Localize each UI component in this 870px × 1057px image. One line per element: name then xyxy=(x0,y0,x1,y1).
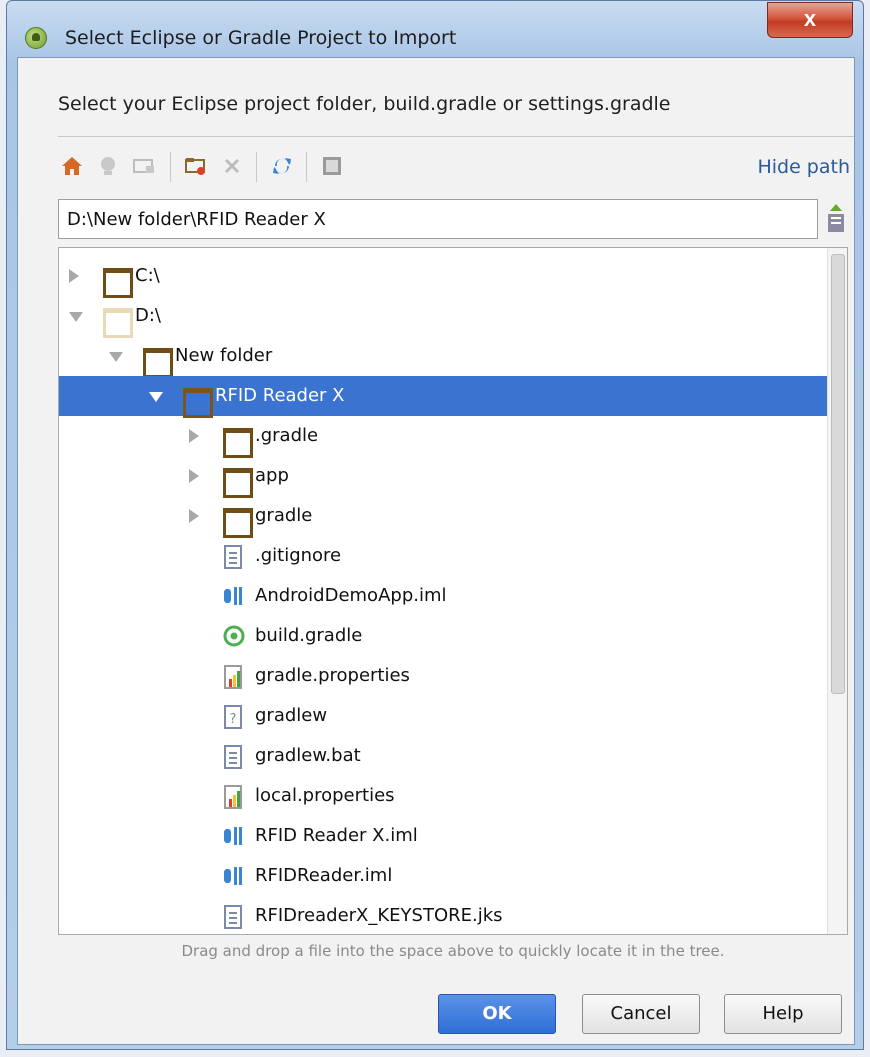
tree-row-label: gradle.properties xyxy=(255,665,410,686)
tree-row[interactable]: D:\ xyxy=(59,296,829,338)
tree-row[interactable]: New folder xyxy=(59,336,829,378)
ok-button[interactable]: OK xyxy=(438,994,556,1034)
tree-row-label: RFID Reader X.iml xyxy=(255,825,418,846)
text-file-icon xyxy=(223,745,247,769)
expand-arrow-right-icon[interactable] xyxy=(189,429,199,443)
toolbar: Hide path xyxy=(58,148,854,184)
divider xyxy=(58,136,854,137)
tree-row-label: .gradle xyxy=(255,425,319,446)
file-tree[interactable]: C:\ D:\ New folder RFID Reader X .gradle app g… xyxy=(58,247,848,935)
unknown-file-icon: ? xyxy=(223,705,247,729)
iml-file-icon xyxy=(223,865,247,887)
dialog-description: Select your Eclipse project folder, buil… xyxy=(58,93,671,115)
tree-row[interactable]: RFID Reader X xyxy=(59,376,829,418)
toolbar-separator xyxy=(256,152,257,182)
expand-arrow-down-icon[interactable] xyxy=(69,312,83,322)
home-icon[interactable] xyxy=(58,152,86,180)
show-hidden-icon[interactable] xyxy=(318,152,346,180)
folder-icon xyxy=(103,268,133,298)
project-folder-icon[interactable] xyxy=(130,152,158,180)
properties-file-icon xyxy=(223,665,247,689)
toolbar-separator xyxy=(306,152,307,182)
tree-row-label: gradlew.bat xyxy=(255,745,361,766)
tree-row-label: gradle xyxy=(255,505,313,526)
svg-text:?: ? xyxy=(230,712,237,727)
tree-row-label: local.properties xyxy=(255,785,395,806)
tree-row[interactable]: RFIDReader.iml xyxy=(59,856,829,896)
expand-arrow-right-icon[interactable] xyxy=(189,509,199,523)
tree-row[interactable]: gradlew.bat xyxy=(59,736,829,776)
hide-path-link[interactable]: Hide path xyxy=(757,156,850,178)
tree-row-label: gradlew xyxy=(255,705,328,726)
path-field[interactable] xyxy=(58,199,818,239)
tree-row-label: C:\ xyxy=(135,265,160,286)
tree-row[interactable]: ? gradlew xyxy=(59,696,829,736)
window-title: Select Eclipse or Gradle Project to Impo… xyxy=(65,27,457,49)
gradle-file-icon xyxy=(223,625,247,647)
iml-file-icon xyxy=(223,825,247,847)
tree-row-label: RFIDreaderX_KEYSTORE.jks xyxy=(255,905,503,926)
tree-row-label: AndroidDemoApp.iml xyxy=(255,585,447,606)
tree-row[interactable]: RFIDreaderX_KEYSTORE.jks xyxy=(59,896,829,934)
tree-row[interactable]: gradle.properties xyxy=(59,656,829,696)
tree-row-label: build.gradle xyxy=(255,625,363,646)
text-file-icon xyxy=(223,545,247,569)
tree-row[interactable]: .gitignore xyxy=(59,536,829,576)
android-studio-icon xyxy=(25,27,47,49)
expand-arrow-right-icon[interactable] xyxy=(69,269,79,283)
dialog-body: Select your Eclipse project folder, buil… xyxy=(17,57,855,1045)
tree-row-label: New folder xyxy=(175,345,273,366)
path-history-icon[interactable] xyxy=(825,202,847,236)
close-button[interactable]: x xyxy=(767,2,853,38)
folder-icon xyxy=(103,308,133,338)
tree-row[interactable]: local.properties xyxy=(59,776,829,816)
refresh-icon[interactable] xyxy=(268,152,296,180)
iml-file-icon xyxy=(223,585,247,607)
import-dialog: Select Eclipse or Gradle Project to Impo… xyxy=(6,0,864,1050)
tree-row-label: app xyxy=(255,465,289,486)
delete-icon[interactable] xyxy=(218,152,246,180)
desktop-icon[interactable] xyxy=(94,152,122,180)
new-folder-icon[interactable] xyxy=(182,152,210,180)
tree-row-label: D:\ xyxy=(135,305,161,326)
expand-arrow-down-icon[interactable] xyxy=(109,352,123,362)
tree-row-label: RFID Reader X xyxy=(215,385,345,406)
toolbar-separator xyxy=(170,152,171,182)
tree-scrollbar[interactable] xyxy=(827,248,847,934)
tree-row[interactable]: RFID Reader X.iml xyxy=(59,816,829,856)
tree-row[interactable]: app xyxy=(59,456,829,498)
tree-row-label: .gitignore xyxy=(255,545,342,566)
folder-icon xyxy=(183,388,213,418)
properties-file-icon xyxy=(223,785,247,809)
cancel-button[interactable]: Cancel xyxy=(582,994,700,1034)
drag-drop-hint: Drag and drop a file into the space abov… xyxy=(181,942,725,960)
folder-icon xyxy=(223,428,253,458)
expand-arrow-down-icon[interactable] xyxy=(149,392,163,402)
tree-row[interactable]: AndroidDemoApp.iml xyxy=(59,576,829,616)
text-file-icon xyxy=(223,905,247,929)
tree-row[interactable]: C:\ xyxy=(59,256,829,298)
tree-row-label: RFIDReader.iml xyxy=(255,865,393,886)
folder-icon xyxy=(143,348,173,378)
help-button[interactable]: Help xyxy=(724,994,842,1034)
folder-icon xyxy=(223,468,253,498)
tree-row[interactable]: build.gradle xyxy=(59,616,829,656)
folder-icon xyxy=(223,508,253,538)
tree-row[interactable]: .gradle xyxy=(59,416,829,458)
tree-row[interactable]: gradle xyxy=(59,496,829,538)
expand-arrow-right-icon[interactable] xyxy=(189,469,199,483)
scrollbar-thumb[interactable] xyxy=(831,254,845,694)
